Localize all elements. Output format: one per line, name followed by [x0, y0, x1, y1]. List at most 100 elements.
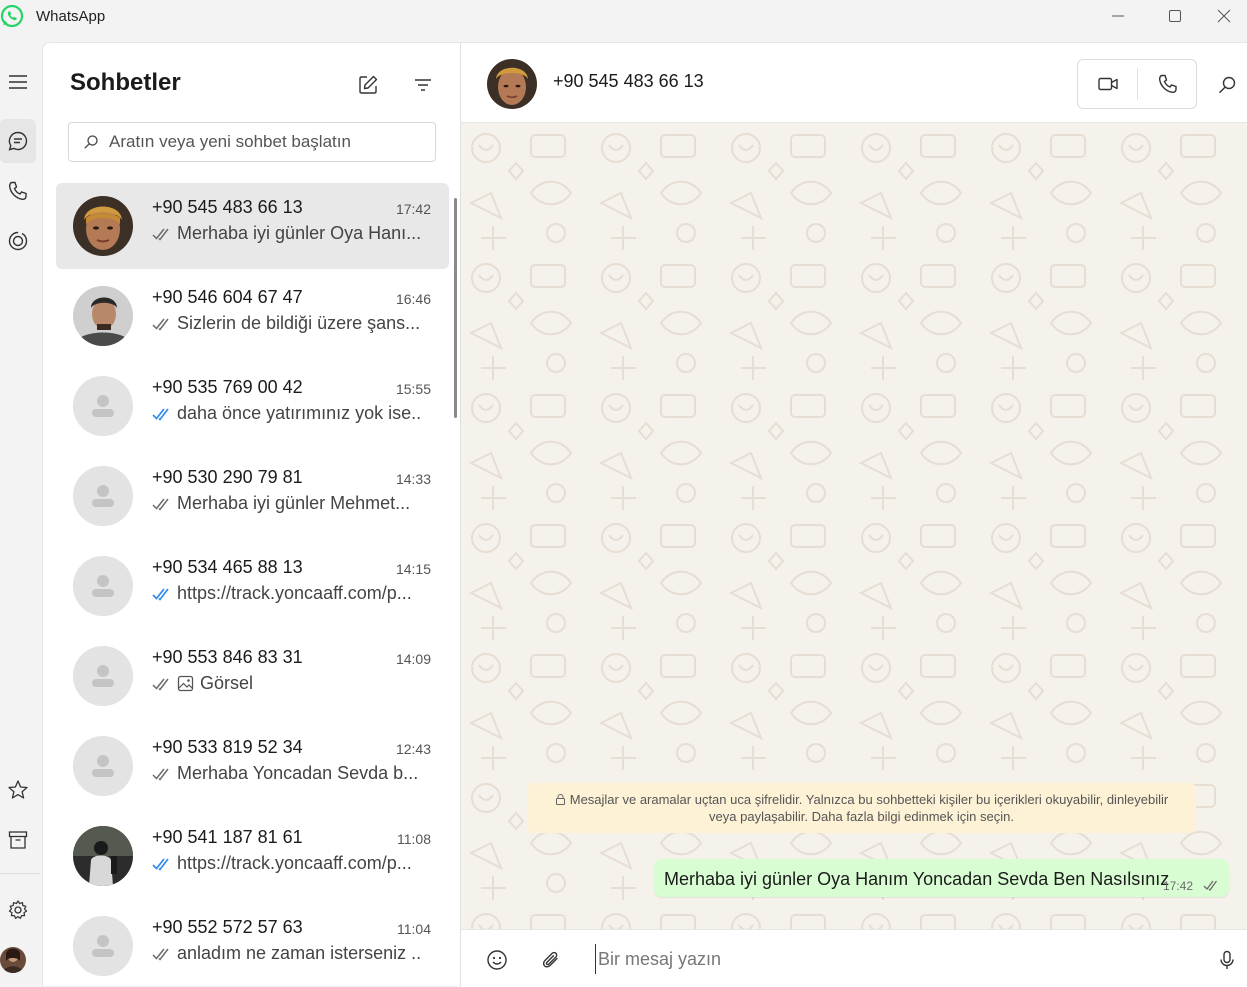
default-avatar-icon	[73, 916, 133, 976]
outgoing-message[interactable]: Merhaba iyi günler Oya Hanım Yoncadan Se…	[654, 859, 1229, 897]
voice-call-button[interactable]	[1138, 60, 1197, 108]
whatsapp-logo-icon	[0, 4, 24, 28]
emoji-icon	[487, 950, 507, 970]
default-avatar-icon	[73, 556, 133, 616]
contact-avatar	[73, 916, 133, 976]
chat-item[interactable]: +90 546 604 67 47 16:46 Sizlerin de bild…	[56, 273, 449, 359]
filter-button[interactable]	[409, 71, 437, 99]
chat-name: +90 546 604 67 47	[152, 287, 303, 307]
chat-time: 14:15	[395, 561, 431, 577]
microphone-icon	[1220, 950, 1234, 969]
profile-avatar[interactable]	[0, 947, 26, 973]
read-tick-icon	[152, 407, 169, 421]
contact-avatar	[73, 556, 133, 616]
chat-name: +90 534 465 88 13	[152, 557, 303, 577]
chat-item[interactable]: +90 530 290 79 81 14:33 Merhaba iyi günl…	[56, 453, 449, 539]
chat-item[interactable]: +90 552 572 57 63 11:04 anladım ne zaman…	[56, 903, 449, 987]
chat-preview: https://track.yoncaaff.com/p...	[152, 583, 422, 604]
whatsapp-window: WhatsApp Sohbetler Aratın veya yeni sohb…	[0, 0, 1247, 987]
chat-name: +90 533 819 52 34	[152, 737, 303, 757]
contact-avatar	[73, 196, 133, 256]
chat-preview-text: anladım ne zaman isterseniz ...	[177, 943, 422, 963]
message-time: 17:42	[1162, 879, 1193, 893]
settings-button[interactable]	[0, 888, 36, 932]
lock-icon	[555, 794, 565, 805]
chat-list: +90 545 483 66 13 17:42 Merhaba iyi günl…	[56, 183, 449, 987]
profile-photo-icon	[0, 947, 26, 973]
close-button[interactable]	[1201, 0, 1247, 32]
contact-avatar	[73, 376, 133, 436]
chat-item[interactable]: +90 545 483 66 13 17:42 Merhaba iyi günl…	[56, 183, 449, 269]
chat-time: 12:43	[395, 741, 431, 757]
search-box[interactable]	[68, 122, 436, 162]
sent-tick-icon	[1203, 880, 1218, 891]
contact-photo-icon	[487, 59, 537, 109]
read-tick-icon	[152, 857, 169, 871]
starred-button[interactable]	[0, 768, 36, 812]
title-bar: WhatsApp	[0, 0, 1247, 42]
conversation-name[interactable]: +90 545 483 66 13	[553, 71, 704, 92]
chat-time: 14:33	[395, 471, 431, 487]
conversation-search-button[interactable]	[1213, 71, 1241, 99]
chat-name: +90 552 572 57 63	[152, 917, 303, 937]
chat-item[interactable]: +90 534 465 88 13 14:15 https://track.yo…	[56, 543, 449, 629]
status-tab[interactable]	[0, 219, 36, 263]
video-call-button[interactable]	[1078, 60, 1137, 108]
archive-icon	[8, 831, 28, 849]
minimize-button[interactable]	[1095, 0, 1141, 32]
chat-preview: daha önce yatırımınız yok ise...	[152, 403, 422, 424]
settings-icon	[8, 900, 28, 919]
chat-preview-text: Merhaba iyi günler Mehmet...	[177, 493, 411, 513]
chat-preview-text: Merhaba Yoncadan Sevda b...	[177, 763, 419, 783]
encryption-notice[interactable]: Mesajlar ve aramalar uçtan uca şifrelidi…	[527, 783, 1196, 833]
rail-divider	[0, 873, 40, 874]
paperclip-icon	[542, 951, 558, 968]
attach-button[interactable]	[537, 946, 565, 974]
call-buttons	[1077, 59, 1197, 109]
chats-tab[interactable]	[0, 119, 36, 163]
contact-avatar	[73, 736, 133, 796]
new-chat-button[interactable]	[354, 71, 382, 99]
read-tick-icon	[152, 587, 169, 601]
calls-tab[interactable]	[0, 169, 36, 213]
voice-message-button[interactable]	[1213, 946, 1241, 974]
chat-list-scrollbar[interactable]	[454, 198, 457, 418]
menu-button[interactable]	[0, 60, 36, 104]
close-icon	[1217, 9, 1231, 23]
chat-item[interactable]: +90 553 846 83 31 14:09 Görsel	[56, 633, 449, 719]
status-icon	[8, 231, 28, 251]
chat-preview: Görsel	[152, 673, 422, 694]
chat-name: +90 553 846 83 31	[152, 647, 303, 667]
chat-item[interactable]: +90 533 819 52 34 12:43 Merhaba Yoncadan…	[56, 723, 449, 809]
contact-avatar	[73, 826, 133, 886]
chat-name: +90 530 290 79 81	[152, 467, 303, 487]
archived-button[interactable]	[0, 818, 36, 862]
chats-heading: Sohbetler	[70, 69, 181, 96]
message-input[interactable]	[595, 944, 1195, 974]
chat-preview: Merhaba iyi günler Oya Hanı...	[152, 223, 422, 244]
chat-item[interactable]: +90 535 769 00 42 15:55 daha önce yatırı…	[56, 363, 449, 449]
maximize-button[interactable]	[1152, 0, 1198, 32]
conversation-panel: +90 545 483 66 13 Mesajlar ve aramalar u…	[460, 42, 1247, 987]
sent-tick-icon	[152, 498, 169, 511]
default-avatar-icon	[73, 466, 133, 526]
chat-time: 11:04	[397, 921, 431, 937]
encryption-notice-text-1: Mesajlar ve aramalar uçtan uca şifrelidi…	[569, 792, 1169, 807]
contact-photo-icon	[73, 826, 133, 886]
compose-icon	[359, 75, 378, 94]
navigation-rail	[0, 42, 42, 986]
encryption-notice-line-1: Mesajlar ve aramalar uçtan uca şifrelidi…	[527, 791, 1196, 808]
encryption-notice-text-2: veya paylaşabilir. Daha fazla bilgi edin…	[709, 809, 1014, 824]
message-text: Merhaba iyi günler Oya Hanım Yoncadan Se…	[664, 869, 1170, 889]
chat-item[interactable]: +90 541 187 81 61 11:08 https://track.yo…	[56, 813, 449, 899]
chat-list-panel: Sohbetler Aratın veya yeni sohbet başlat…	[42, 42, 460, 986]
emoji-button[interactable]	[483, 946, 511, 974]
window-title: WhatsApp	[36, 8, 106, 25]
conversation-avatar[interactable]	[487, 59, 537, 109]
contact-avatar	[73, 286, 133, 346]
chats-icon	[8, 131, 28, 151]
chat-name: +90 541 187 81 61	[152, 827, 303, 847]
chat-time: 11:08	[397, 831, 431, 847]
search-input[interactable]	[109, 132, 409, 152]
chat-preview: anladım ne zaman isterseniz ...	[152, 943, 422, 964]
